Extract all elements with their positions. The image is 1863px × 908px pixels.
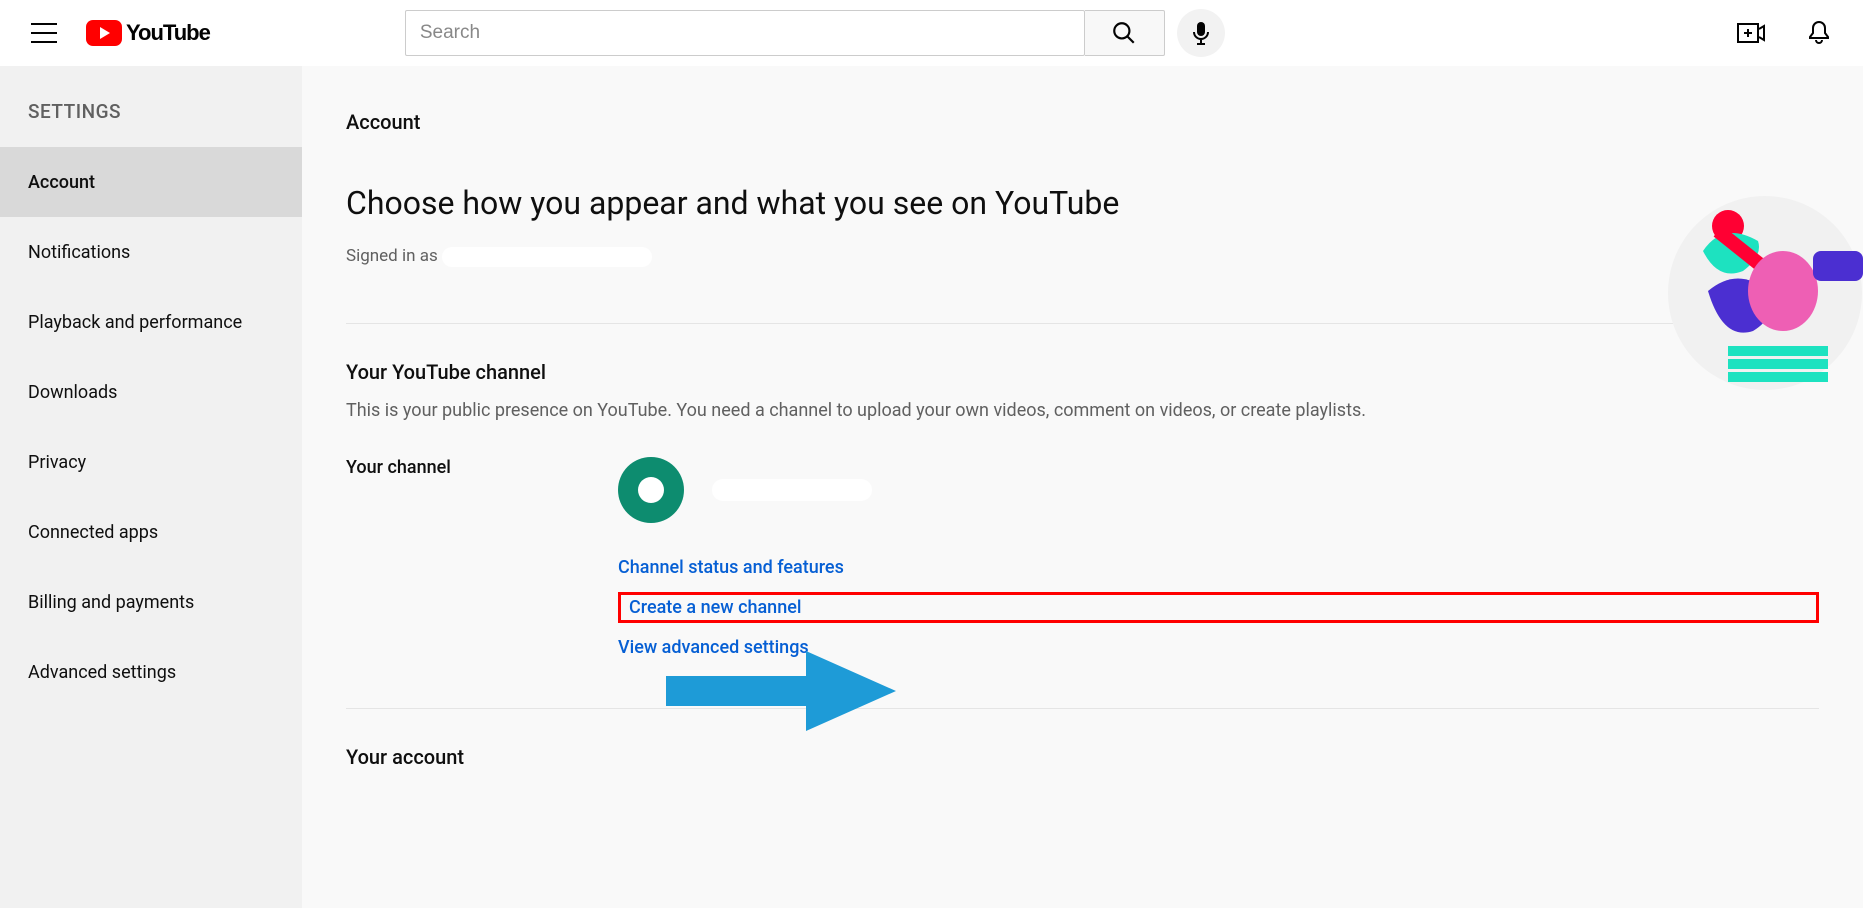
decorative-illustration [1668,196,1863,391]
channel-row: Your channel Channel status and features… [346,457,1819,658]
signed-in-prefix: Signed in as [346,246,442,266]
sidebar-item-billing[interactable]: Billing and payments [0,567,302,637]
create-button[interactable] [1731,13,1771,53]
microphone-icon [1192,21,1210,45]
sidebar-item-label: Connected apps [28,522,158,543]
search-box [405,10,1085,56]
sidebar-item-label: Account [28,172,95,193]
sidebar-item-playback[interactable]: Playback and performance [0,287,302,357]
youtube-logo[interactable]: YouTube [86,20,210,46]
create-channel-link[interactable]: Create a new channel [629,597,801,618]
channel-avatar-row [618,457,1819,523]
channel-body: Channel status and features Create a new… [618,457,1819,658]
youtube-play-icon [86,20,122,46]
page-label: Account [346,110,1819,134]
your-channel-label: Your channel [346,457,618,478]
create-video-icon [1737,23,1765,43]
hamburger-menu-button[interactable] [24,13,64,53]
channel-section-description: This is your public presence on YouTube.… [346,400,1819,421]
youtube-logo-text: YouTube [126,20,210,46]
notifications-button[interactable] [1799,13,1839,53]
create-channel-highlight: Create a new channel [618,592,1819,623]
sidebar-item-label: Notifications [28,242,130,263]
channel-name-redacted [712,479,872,501]
annotation-arrow-icon [666,651,896,731]
header: YouTube [0,0,1863,66]
sidebar-item-label: Playback and performance [28,312,242,333]
section-divider [346,708,1819,709]
view-advanced-link[interactable]: View advanced settings [618,637,809,658]
voice-search-button[interactable] [1177,9,1225,57]
sidebar-item-notifications[interactable]: Notifications [0,217,302,287]
account-section-title: Your account [346,745,1819,769]
section-divider [346,323,1819,324]
search-button[interactable] [1085,10,1165,56]
signed-in-email-redacted [442,247,652,267]
sidebar-item-account[interactable]: Account [0,147,302,217]
sidebar-item-downloads[interactable]: Downloads [0,357,302,427]
sidebar-item-label: Downloads [28,382,117,403]
sidebar-item-label: Billing and payments [28,592,194,613]
signed-in-text: Signed in as [346,246,1819,267]
sidebar-item-connected-apps[interactable]: Connected apps [0,497,302,567]
search-input[interactable] [420,22,1070,44]
settings-sidebar: SETTINGS Account Notifications Playback … [0,66,302,908]
header-actions [1731,13,1839,53]
page-heading: Choose how you appear and what you see o… [346,184,1819,222]
search-container [405,9,1225,57]
main-content: Account Choose how you appear and what y… [302,66,1863,908]
sidebar-item-advanced[interactable]: Advanced settings [0,637,302,707]
channel-status-link[interactable]: Channel status and features [618,557,844,578]
sidebar-item-label: Privacy [28,452,86,473]
channel-section-title: Your YouTube channel [346,360,1819,384]
channel-avatar[interactable] [618,457,684,523]
search-icon [1111,20,1137,46]
channel-links: Channel status and features Create a new… [618,557,1819,658]
avatar-inner-circle [638,477,664,503]
bell-icon [1807,20,1831,46]
sidebar-title: SETTINGS [0,84,302,147]
sidebar-item-label: Advanced settings [28,662,176,683]
sidebar-item-privacy[interactable]: Privacy [0,427,302,497]
hamburger-icon [31,23,57,43]
